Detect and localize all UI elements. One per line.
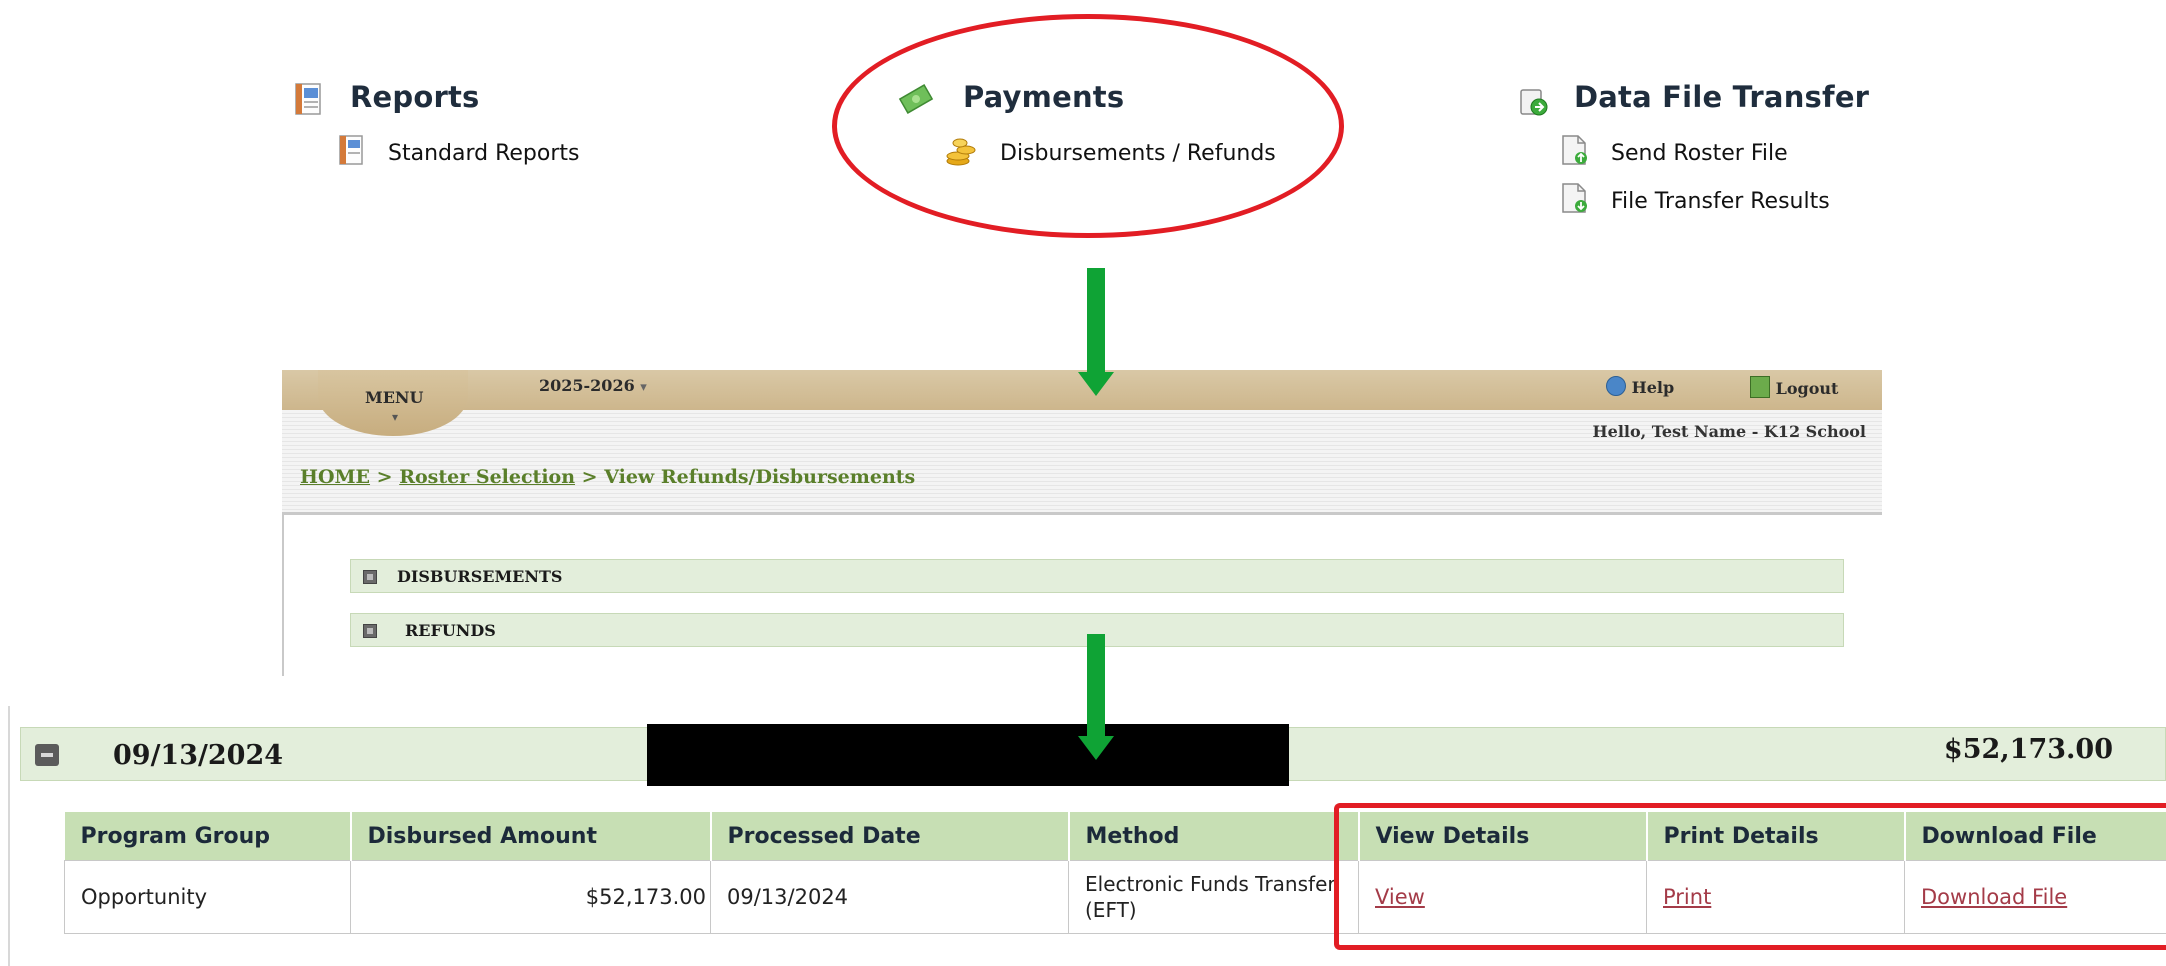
disbursement-date: 09/13/2024 bbox=[113, 740, 284, 771]
breadcrumb: HOME > Roster Selection > View Refunds/D… bbox=[300, 466, 915, 488]
arrow-down-icon bbox=[1078, 634, 1114, 760]
breadcrumb-home-link[interactable]: HOME bbox=[300, 466, 370, 488]
expand-icon[interactable] bbox=[363, 624, 377, 638]
help-link[interactable]: Help bbox=[1606, 376, 1674, 397]
disbursements-label: DISBURSEMENTS bbox=[397, 567, 563, 586]
method-cell: Electronic Funds Transfer (EFT) bbox=[1068, 860, 1359, 934]
year-selector[interactable]: 2025-2026 ▾ bbox=[539, 376, 647, 395]
app-panel: MENU ▾ 2025-2026 ▾ Help Logout Hello, Te… bbox=[282, 370, 1882, 676]
logout-link[interactable]: Logout bbox=[1750, 376, 1838, 398]
logout-icon bbox=[1750, 376, 1770, 398]
breadcrumb-separator: > bbox=[581, 466, 598, 488]
breadcrumb-separator: > bbox=[376, 466, 393, 488]
expand-icon[interactable] bbox=[363, 570, 377, 584]
results-file-icon bbox=[1560, 182, 1590, 218]
menu-chevron-down-icon[interactable]: ▾ bbox=[392, 410, 398, 424]
column-header: Program Group bbox=[64, 812, 352, 861]
standard-reports-icon bbox=[338, 134, 366, 170]
collapse-icon[interactable] bbox=[35, 744, 59, 766]
disbursements-section[interactable]: DISBURSEMENTS bbox=[350, 559, 1844, 593]
year-value: 2025-2026 bbox=[539, 376, 635, 395]
arrow-down-icon bbox=[1078, 268, 1114, 396]
transfer-icon bbox=[1518, 86, 1550, 122]
send-roster-file-link[interactable]: Send Roster File bbox=[1611, 141, 1788, 166]
breadcrumb-roster-link[interactable]: Roster Selection bbox=[399, 466, 575, 488]
refunds-label: REFUNDS bbox=[405, 621, 496, 640]
program-group-cell: Opportunity bbox=[64, 860, 351, 934]
processed-date-cell: 09/13/2024 bbox=[710, 860, 1069, 934]
column-header: Disbursed Amount bbox=[350, 812, 712, 861]
file-transfer-results-link[interactable]: File Transfer Results bbox=[1611, 189, 1830, 214]
redaction-block bbox=[647, 724, 1289, 786]
greeting-text: Hello, Test Name - K12 School bbox=[1592, 422, 1866, 441]
send-file-icon bbox=[1560, 134, 1590, 170]
details-highlight-box bbox=[1334, 803, 2166, 950]
data-file-transfer-title: Data File Transfer bbox=[1574, 80, 1870, 114]
payments-highlight-ellipse bbox=[832, 14, 1344, 238]
help-icon bbox=[1606, 376, 1626, 396]
disbursed-amount-cell: $52,173.00 bbox=[350, 860, 711, 934]
help-label: Help bbox=[1631, 378, 1675, 397]
column-header: Method bbox=[1068, 812, 1360, 861]
report-icon bbox=[294, 82, 324, 120]
chevron-down-icon: ▾ bbox=[640, 380, 647, 395]
disbursement-total: $52,173.00 bbox=[1943, 734, 2113, 765]
breadcrumb-current: View Refunds/Disbursements bbox=[604, 466, 916, 488]
reports-title: Reports bbox=[350, 80, 480, 114]
logout-label: Logout bbox=[1775, 379, 1839, 398]
column-header: Processed Date bbox=[710, 812, 1070, 861]
standard-reports-link[interactable]: Standard Reports bbox=[388, 141, 579, 166]
menu-label[interactable]: MENU bbox=[365, 388, 423, 407]
tree-guide-line bbox=[8, 706, 10, 966]
